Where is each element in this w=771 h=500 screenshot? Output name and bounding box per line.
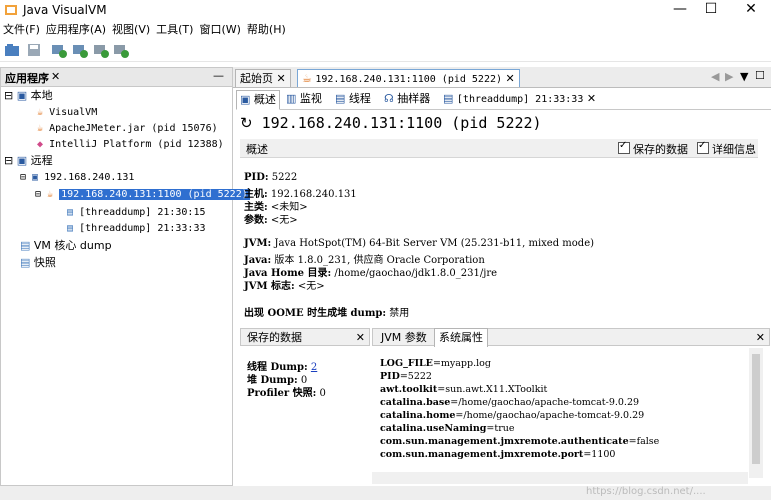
details-checkbox[interactable]: 详细信息 — [697, 140, 756, 157]
toolbar — [0, 39, 771, 62]
system-property-row: awt.toolkit=sun.awt.X11.XToolkit — [380, 384, 548, 395]
tree-node-intellij[interactable]: ◆ IntelliJ Platform (pid 12388) — [37, 138, 224, 152]
tab-scroll-right-icon[interactable]: ▶ — [725, 70, 733, 83]
tab-jvm-args[interactable]: JVM 参数 — [377, 329, 431, 347]
close-window-button[interactable]: ✕ — [731, 0, 771, 20]
tab-jmx-connection[interactable]: ☕ 192.168.240.131:1100 (pid 5222) ✕ — [297, 69, 520, 87]
info-jvm-flags: JVM 标志: <无> — [244, 281, 325, 292]
menu-bar: 文件(F) 应用程序(A) 视图(V) 工具(T) 窗口(W) 帮助(H) — [0, 21, 771, 39]
tab-monitor[interactable]: ▥ 监视 — [283, 90, 325, 108]
saved-data-checkbox[interactable]: 保存的数据 — [618, 140, 688, 157]
tree-node-visualvm[interactable]: ☕ VisualVM — [37, 106, 97, 120]
view-tabs: ▣ 概述 ▥ 监视 ▤ 线程 ☊ 抽样器 ▤ [threaddump] 21:3… — [236, 89, 771, 110]
applications-panel-title: 应用程序 — [5, 72, 49, 85]
thread-dump-count-link[interactable]: 2 — [311, 362, 317, 373]
tab-system-properties[interactable]: 系统属性 — [434, 328, 488, 347]
saved-data-pane-title: 保存的数据 — [247, 331, 302, 344]
tab-sampler[interactable]: ☊ 抽样器 — [381, 90, 433, 108]
close-pane-button[interactable]: ✕ — [756, 329, 765, 347]
saved-data-pane-header: 保存的数据 ✕ — [240, 328, 370, 346]
tab-threaddump[interactable]: ▤ [threaddump] 21:33:33 ✕ — [440, 90, 599, 108]
minimize-panel-button[interactable]: — — [213, 69, 224, 82]
system-property-row: PID=5222 — [380, 371, 432, 382]
tree-node-jmeter[interactable]: ☕ ApacheJMeter.jar (pid 15076) — [37, 122, 218, 136]
menu-tools[interactable]: 工具(T) — [153, 21, 196, 39]
tree-node-host[interactable]: ⊟ ▣ 192.168.240.131 — [20, 171, 134, 185]
window-title: Java VisualVM — [23, 3, 107, 17]
visualvm-app-icon — [5, 5, 17, 15]
tab-overview[interactable]: ▣ 概述 — [236, 90, 280, 110]
title-bar: Java VisualVM — ☐ ✕ — [0, 0, 771, 20]
add-snapshot-icon[interactable] — [113, 42, 129, 58]
page-title: ↻ 192.168.240.131:1100 (pid 5222) — [240, 114, 542, 132]
maximize-button[interactable]: ☐ — [691, 0, 731, 20]
tree-node-local[interactable]: ⊟ ▣ 本地 — [4, 89, 53, 103]
info-arguments: 参数: <无> — [244, 215, 298, 226]
menu-help[interactable]: 帮助(H) — [244, 21, 289, 39]
horizontal-scrollbar[interactable] — [372, 472, 748, 484]
system-property-row: catalina.base=/home/gaochao/apache-tomca… — [380, 397, 640, 408]
system-property-row: LOG_FILE=myapp.log — [380, 358, 491, 369]
overview-section-header: 概述 保存的数据 详细信息 — [240, 139, 758, 158]
open-file-icon[interactable] — [4, 42, 20, 58]
tab-scroll-left-icon[interactable]: ◀ — [711, 70, 719, 83]
system-property-row: catalina.useNaming=true — [380, 423, 515, 434]
overview-label: 概述 — [246, 143, 268, 156]
tree-node-vm-coredump[interactable]: ▤ VM 核心 dump — [20, 239, 112, 253]
info-oome: 出现 OOME 时生成堆 dump: 禁用 — [244, 308, 410, 319]
system-property-row: com.sun.management.jmxremote.port=1100 — [380, 449, 616, 460]
system-property-row: catalina.home=/home/gaochao/apache-tomca… — [380, 410, 645, 421]
tab-threads[interactable]: ▤ 线程 — [332, 90, 374, 108]
add-remote-host-icon[interactable] — [72, 42, 88, 58]
close-tab-icon[interactable]: ✕ — [587, 92, 596, 105]
tree-node-snapshots[interactable]: ▤ 快照 — [20, 256, 56, 270]
refresh-icon: ↻ — [240, 114, 253, 132]
close-tab-icon[interactable]: ✕ — [506, 72, 515, 85]
restore-window-icon[interactable]: ☐ — [755, 69, 765, 82]
applications-panel-header: 应用程序 ✕ — — [1, 68, 232, 87]
add-jmx-connection-icon[interactable] — [51, 42, 67, 58]
info-pid: PID: 5222 — [244, 172, 298, 183]
tab-list-icon[interactable]: ▼ — [740, 70, 748, 83]
menu-applications[interactable]: 应用程序(A) — [43, 21, 109, 39]
menu-file[interactable]: 文件(F) — [0, 21, 43, 39]
tab-start-page[interactable]: 起始页 ✕ — [235, 69, 291, 87]
save-icon[interactable] — [26, 42, 42, 58]
watermark: https://blog.csdn.net/.... — [586, 486, 706, 497]
tree-node-jmx-connection[interactable]: ⊟ ☕ 192.168.240.131:1100 (pid 5222) — [35, 188, 250, 202]
info-jvm: JVM: Java HotSpot(TM) 64-Bit Server VM (… — [244, 238, 595, 249]
system-property-row: com.sun.management.jmxremote.authenticat… — [380, 436, 660, 447]
add-vm-coredump-icon[interactable] — [93, 42, 109, 58]
close-panel-button[interactable]: ✕ — [51, 70, 60, 83]
close-pane-button[interactable]: ✕ — [356, 329, 365, 347]
menu-window[interactable]: 窗口(W) — [196, 21, 243, 39]
close-tab-icon[interactable]: ✕ — [277, 72, 286, 85]
jvm-pane-header: JVM 参数 系统属性 ✕ — [372, 328, 770, 347]
saved-profiler-snapshots: Profiler 快照: 0 — [247, 388, 326, 399]
menu-view[interactable]: 视图(V) — [109, 21, 153, 39]
document-tabs: 起始页 ✕ ☕ 192.168.240.131:1100 (pid 5222) … — [233, 67, 771, 88]
tree-node-threaddump-1[interactable]: ▤ [threaddump] 21:30:15 — [67, 206, 206, 220]
tree-node-threaddump-2[interactable]: ▤ [threaddump] 21:33:33 — [67, 222, 206, 236]
applications-panel: 应用程序 ✕ — ⊟ ▣ 本地 ☕ VisualVM ☕ ApacheJMete… — [0, 67, 250, 486]
scrollbar-thumb[interactable] — [752, 354, 760, 464]
status-bar: https://blog.csdn.net/.... — [0, 486, 771, 500]
vertical-scrollbar[interactable] — [749, 348, 763, 478]
tree-node-remote[interactable]: ⊟ ▣ 远程 — [4, 154, 53, 168]
